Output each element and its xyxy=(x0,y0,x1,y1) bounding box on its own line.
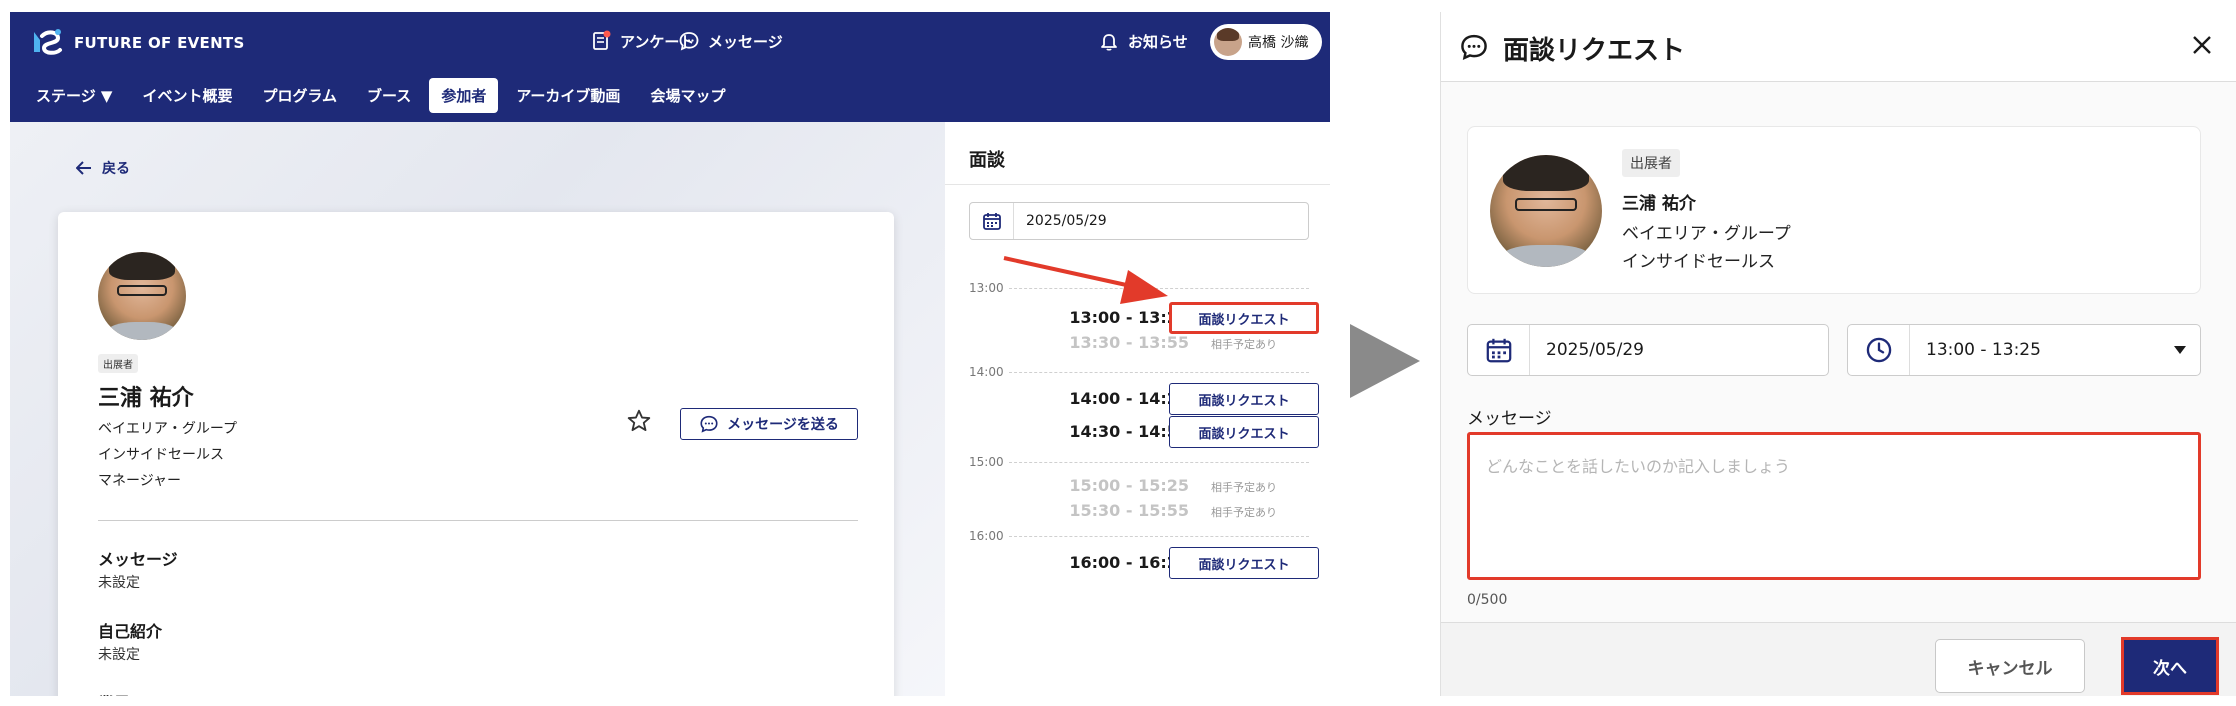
hour-label: 14:00 xyxy=(969,365,1004,379)
schedule-date-value: 2025/05/29 xyxy=(1026,213,1107,229)
schedule-title: 面談 xyxy=(969,150,1005,171)
user-name: 高橋 沙織 xyxy=(1248,35,1309,51)
close-icon[interactable] xyxy=(2187,30,2217,60)
red-pointer-arrow-icon xyxy=(1003,256,1168,304)
modal-header: 面談リクエスト xyxy=(1441,12,2236,82)
event-app-screen: FUTURE OF EVENTS アンケート メッセージ お知らせ 高橋 沙織 … xyxy=(10,12,1330,696)
user-avatar xyxy=(1214,28,1242,56)
calendar-icon xyxy=(1486,338,1511,363)
nav-item-5[interactable]: アーカイブ動画 xyxy=(504,78,632,113)
chat-bubble-icon xyxy=(1461,34,1487,61)
hour-label: 15:00 xyxy=(969,455,1004,469)
messages-label: メッセージ xyxy=(708,32,783,51)
modal-profile-company: ベイエリア・グループ xyxy=(1622,224,1791,244)
top-header: FUTURE OF EVENTS アンケート メッセージ お知らせ 高橋 沙織 … xyxy=(10,12,1330,122)
star-icon[interactable] xyxy=(626,408,652,434)
notifications-label: お知らせ xyxy=(1128,32,1188,51)
nav-item-2[interactable]: プログラム xyxy=(250,78,349,113)
modal-title: 面談リクエスト xyxy=(1503,36,1686,66)
main-nav: ステージ ▼ イベント概要 プログラム ブース 参加者 アーカイブ動画 会場マップ xyxy=(24,78,737,113)
hour-label: 16:00 xyxy=(969,529,1004,543)
time-value: 13:00 - 13:25 xyxy=(1926,340,2041,360)
survey-icon xyxy=(593,30,611,50)
bell-icon xyxy=(1101,34,1117,51)
clock-icon xyxy=(1866,337,1891,363)
meeting-request-modal: 面談リクエスト 出展者 三浦 祐介 ベイエリア・グループ インサイドセールス 2… xyxy=(1440,12,2236,696)
intro-value: 未設定 xyxy=(98,647,140,663)
meeting-request-button[interactable]: 面談リクエスト xyxy=(1169,416,1319,448)
modal-profile-card: 出展者 三浦 祐介 ベイエリア・グループ インサイドセールス xyxy=(1467,126,2201,294)
industry-heading: 業界 xyxy=(98,690,130,696)
caret-down-icon xyxy=(2174,346,2186,354)
back-link[interactable]: 戻る xyxy=(76,158,130,178)
meeting-request-button[interactable]: 面談リクエスト xyxy=(1169,302,1319,334)
hour-label: 13:00 xyxy=(969,281,1004,295)
send-message-label: メッセージを送る xyxy=(727,417,839,433)
user-menu[interactable]: 高橋 沙織 xyxy=(1210,24,1322,60)
slot-unavailable-label: 相手予定あり xyxy=(1211,481,1277,494)
slot-time: 15:30 - 15:55 xyxy=(1069,501,1189,520)
notifications-link[interactable]: お知らせ xyxy=(1098,30,1188,52)
char-count: 0/500 xyxy=(1467,592,1508,608)
nav-item-0[interactable]: ステージ ▼ xyxy=(24,78,124,113)
back-label: 戻る xyxy=(102,161,130,177)
nav-item-3[interactable]: ブース xyxy=(355,78,423,113)
nav-item-4[interactable]: 参加者 xyxy=(429,78,499,113)
slot-time: 13:30 - 13:55 xyxy=(1069,333,1189,352)
next-button[interactable]: 次へ xyxy=(2121,637,2219,695)
exhibitor-tag: 出展者 xyxy=(98,354,138,373)
modal-footer: キャンセル 次へ xyxy=(1441,622,2236,696)
divider xyxy=(98,520,858,521)
play-arrow-icon xyxy=(1350,324,1420,398)
modal-profile-department: インサイドセールス xyxy=(1622,252,1775,272)
cancel-button[interactable]: キャンセル xyxy=(1935,639,2085,693)
message-textarea[interactable] xyxy=(1467,432,2201,580)
modal-profile-name: 三浦 祐介 xyxy=(1622,194,1696,214)
chat-bubble-icon xyxy=(700,415,718,433)
profile-avatar xyxy=(98,252,186,340)
modal-body: 出展者 三浦 祐介 ベイエリア・グループ インサイドセールス 2025/05/2… xyxy=(1441,82,2236,622)
message-label: メッセージ xyxy=(1467,409,1552,429)
meeting-request-button[interactable]: 面談リクエスト xyxy=(1169,383,1319,415)
chat-bubble-icon xyxy=(679,32,699,51)
time-select[interactable]: 13:00 - 13:25 xyxy=(1847,324,2201,376)
profile-name: 三浦 祐介 xyxy=(98,386,194,411)
date-value: 2025/05/29 xyxy=(1546,340,1644,360)
hour-divider xyxy=(1009,372,1309,373)
attendee-detail-area: 戻る 出展者 三浦 祐介 ベイエリア・グループ インサイドセールス マネージャー… xyxy=(10,122,945,696)
profile-department: インサイドセールス xyxy=(98,447,224,463)
slot-time: 16:00 - 16:25 xyxy=(1069,553,1189,572)
slot-unavailable-label: 相手予定あり xyxy=(1211,506,1277,519)
nav-item-1[interactable]: イベント概要 xyxy=(130,78,244,113)
send-message-button[interactable]: メッセージを送る xyxy=(680,408,858,440)
profile-role: マネージャー xyxy=(98,473,182,489)
meeting-request-button[interactable]: 面談リクエスト xyxy=(1169,547,1319,579)
brand-logo-icon[interactable] xyxy=(30,26,64,60)
hour-divider xyxy=(1009,536,1309,537)
exhibitor-tag: 出展者 xyxy=(1622,149,1680,177)
slot-time: 14:00 - 14:25 xyxy=(1069,389,1189,408)
calendar-icon xyxy=(982,213,1001,230)
profile-card: 出展者 三浦 祐介 ベイエリア・グループ インサイドセールス マネージャー メッ… xyxy=(58,212,894,696)
hour-divider xyxy=(1009,462,1309,463)
profile-company: ベイエリア・グループ xyxy=(98,421,238,437)
schedule-date-picker[interactable]: 2025/05/29 xyxy=(969,202,1309,240)
brand-name: FUTURE OF EVENTS xyxy=(74,34,245,52)
messages-link[interactable]: メッセージ xyxy=(678,30,783,52)
modal-profile-avatar xyxy=(1490,155,1602,267)
message-value: 未設定 xyxy=(98,575,140,591)
arrow-left-icon xyxy=(76,161,91,175)
message-heading: メッセージ xyxy=(98,550,178,569)
divider xyxy=(945,184,1330,185)
slot-unavailable-label: 相手予定あり xyxy=(1211,338,1277,351)
slot-time: 14:30 - 14:55 xyxy=(1069,422,1189,441)
slot-time: 15:00 - 15:25 xyxy=(1069,476,1189,495)
meeting-schedule-panel: 面談 2025/05/29 13:00 14:00 15:00 16:00 13:00 … xyxy=(945,122,1330,696)
date-field[interactable]: 2025/05/29 xyxy=(1467,324,1829,376)
intro-heading: 自己紹介 xyxy=(98,622,163,641)
nav-item-6[interactable]: 会場マップ xyxy=(638,78,737,113)
